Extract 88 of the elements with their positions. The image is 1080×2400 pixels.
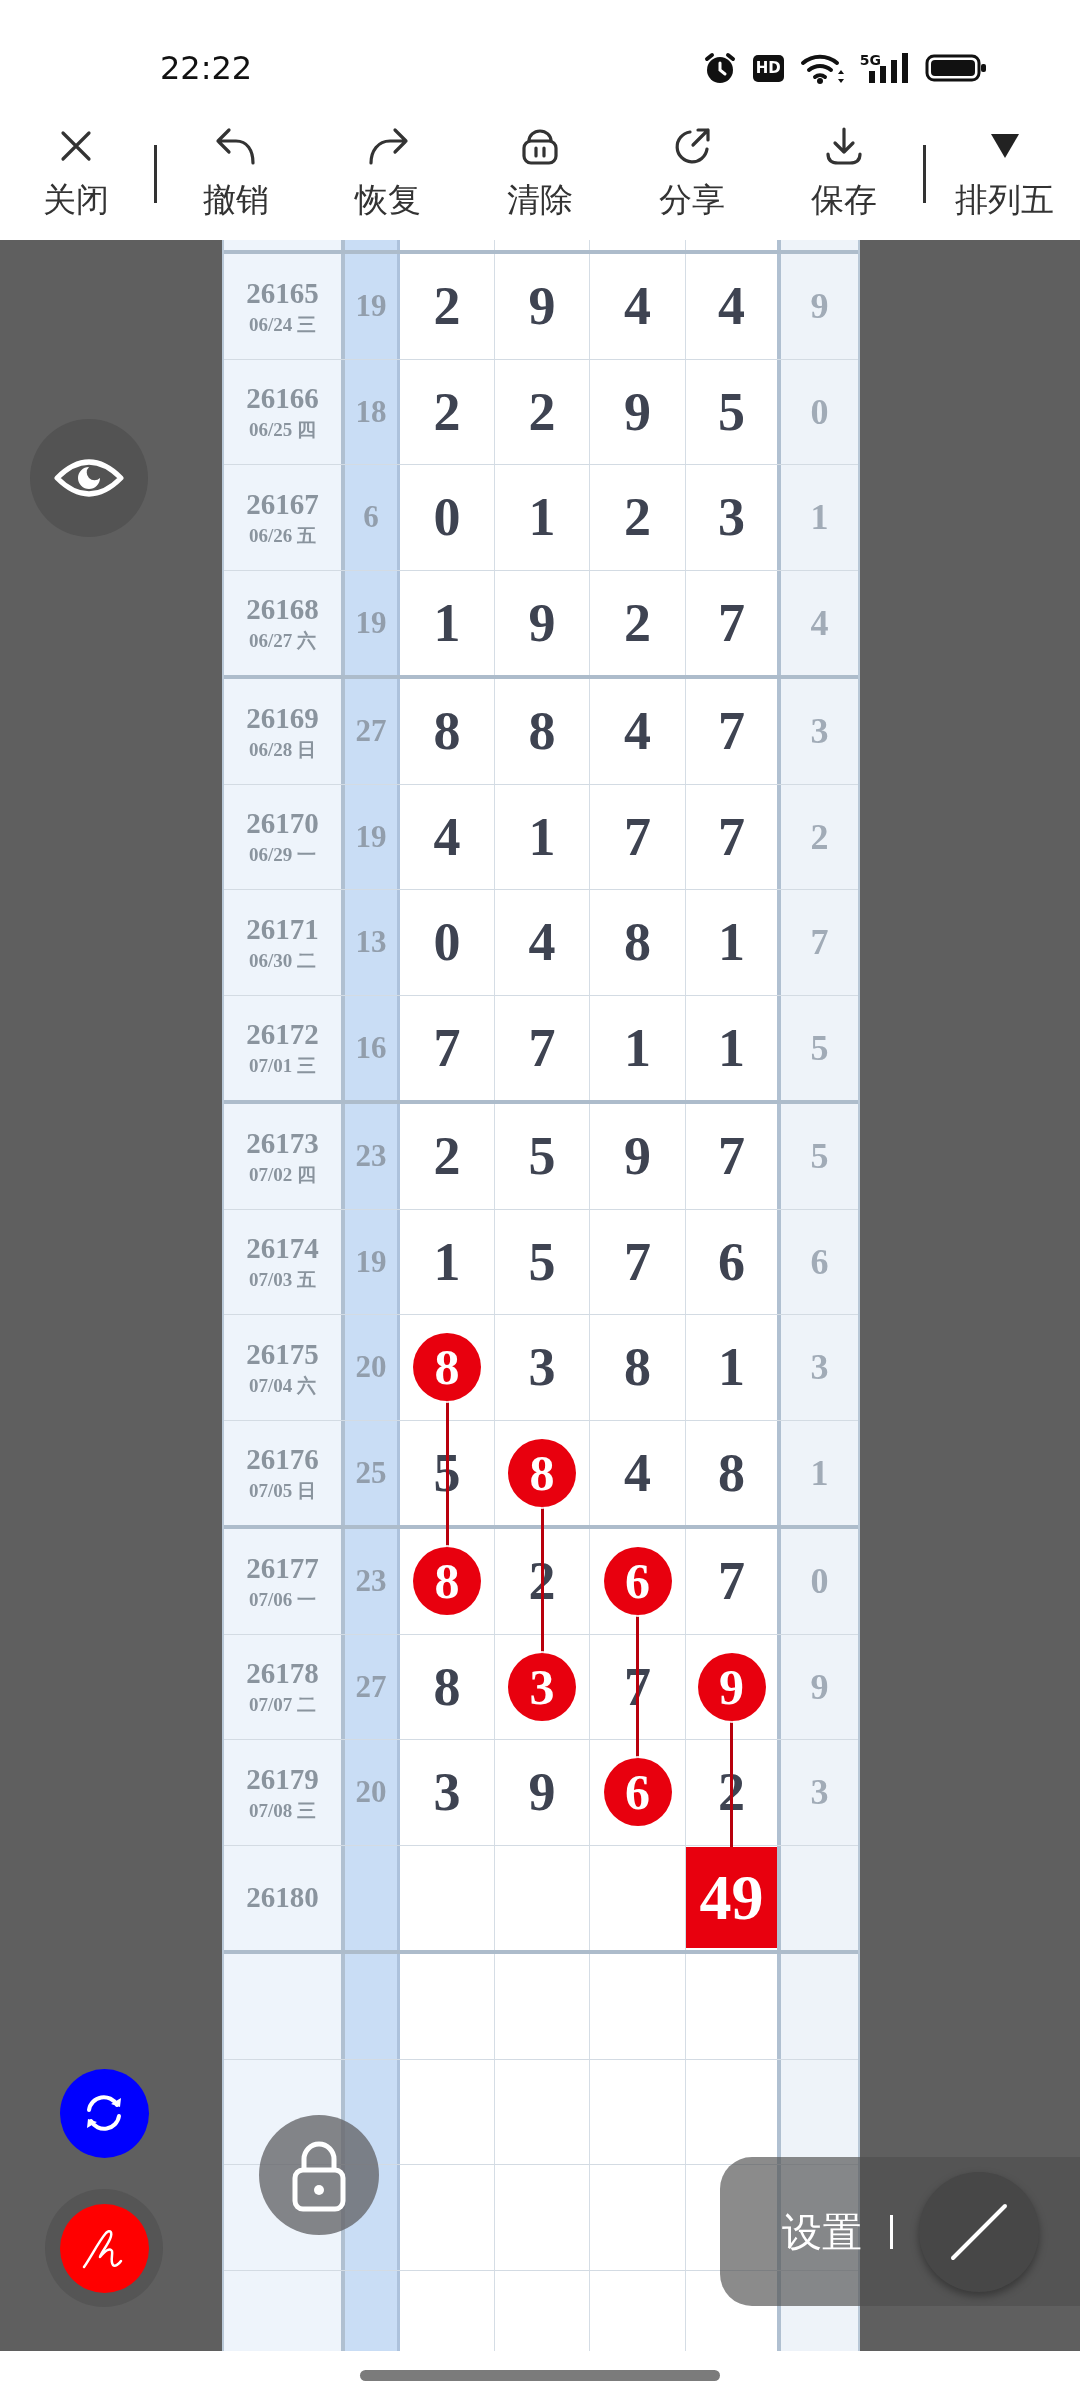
draw-date: 07/08 三 xyxy=(249,1800,316,1820)
table-cell: 5 xyxy=(781,1104,858,1209)
issue-number: 26177 xyxy=(246,1553,319,1583)
table-cell: 2 xyxy=(781,784,858,889)
draw-date: 06/28 日 xyxy=(249,739,316,759)
highlighted-number: 8 xyxy=(508,1438,576,1507)
issue-number: 26174 xyxy=(246,1234,319,1264)
highlighted-number: 6 xyxy=(603,1547,672,1616)
table-cell: 6 xyxy=(781,1209,858,1314)
table-cell: 23 xyxy=(345,1104,400,1209)
undo-button[interactable]: 撤销 xyxy=(160,100,312,228)
table-cell: 16 xyxy=(345,995,400,1100)
table-cell: 20 xyxy=(345,1315,400,1420)
table-cell: 25 xyxy=(345,1420,400,1525)
draw-date: 07/07 二 xyxy=(249,1695,316,1715)
draw-date: 06/26 五 xyxy=(249,525,316,545)
issue-number: 26166 xyxy=(246,384,319,414)
issue-number: 26179 xyxy=(246,1764,319,1794)
issue-number: 26167 xyxy=(246,489,319,519)
table-cell: 0 xyxy=(781,1529,858,1634)
issue-number: 26178 xyxy=(246,1659,319,1689)
table-cell: 19 xyxy=(345,1209,400,1314)
draw-date: 07/04 六 xyxy=(249,1375,316,1395)
issue-number: 26175 xyxy=(246,1339,319,1369)
draw-date: 07/02 四 xyxy=(249,1164,316,1184)
issue-number: 26171 xyxy=(246,914,319,944)
table-cell: 1 xyxy=(781,1420,858,1525)
issue-number: 26169 xyxy=(246,703,319,733)
highlighted-number: 8 xyxy=(413,1547,481,1616)
draw-date: 06/27 六 xyxy=(249,631,316,651)
table-cell: 20 xyxy=(345,1740,400,1845)
undo-icon xyxy=(214,125,258,167)
table-cell: 3 xyxy=(781,679,858,784)
highlighted-number: 6 xyxy=(603,1758,672,1827)
table-cell: 0 xyxy=(781,359,858,464)
draw-date: 06/25 四 xyxy=(249,420,316,440)
bin-icon xyxy=(520,126,560,166)
draw-date: 07/06 一 xyxy=(249,1589,316,1609)
table-cell: 13 xyxy=(345,890,400,995)
table-cell: 5 xyxy=(781,995,858,1100)
download-icon xyxy=(823,125,865,167)
table-cell: 1 xyxy=(781,465,858,570)
clock-time: 22:22 xyxy=(160,52,253,84)
redo-button[interactable]: 恢复 xyxy=(312,100,464,228)
table-cell: 19 xyxy=(345,784,400,889)
draw-date: 06/29 一 xyxy=(249,845,316,865)
issue-number: 26173 xyxy=(246,1128,319,1158)
draw-date: 07/05 日 xyxy=(249,1481,316,1501)
draw-date: 07/01 三 xyxy=(249,1056,316,1076)
clear-button[interactable]: 清除 xyxy=(464,100,616,228)
table-cell: 7 xyxy=(781,890,858,995)
table-cell: 9 xyxy=(781,1634,858,1739)
table-cell: 6 xyxy=(345,465,400,570)
battery-icon xyxy=(925,53,987,83)
highlighted-number: 8 xyxy=(413,1333,481,1402)
table-cell: 3 xyxy=(781,1315,858,1420)
settings-button[interactable]: 设置 xyxy=(782,2211,862,2252)
issue-number: 26172 xyxy=(246,1020,319,1050)
hd-indicator: HD xyxy=(752,54,784,82)
line-icon xyxy=(949,2201,1009,2262)
table-cell: 19 xyxy=(345,570,400,675)
table-cell: 27 xyxy=(345,679,400,784)
draw-date: 07/03 五 xyxy=(249,1270,316,1290)
highlighted-number: 9 xyxy=(697,1652,766,1721)
table-cell: 18 xyxy=(345,359,400,464)
issue-number: 26165 xyxy=(246,278,319,308)
type-dropdown[interactable]: 排列五 xyxy=(929,100,1080,228)
table-cell: 3 xyxy=(781,1740,858,1845)
issue-number: 26170 xyxy=(246,809,319,839)
issue-number: 26168 xyxy=(246,595,319,625)
table-cell: 4 xyxy=(781,570,858,675)
highlighted-total: 49 xyxy=(686,1847,777,1949)
share-button[interactable]: 分享 xyxy=(616,100,768,228)
highlighted-number: 3 xyxy=(508,1652,576,1721)
table-cell: 27 xyxy=(345,1634,400,1739)
network-type: 5G xyxy=(859,53,881,67)
draw-date: 06/30 二 xyxy=(249,950,316,970)
table-cell: 9 xyxy=(781,254,858,359)
table-cell: 19 xyxy=(345,254,400,359)
close-button[interactable]: 关闭 xyxy=(0,100,151,228)
table-cell: 23 xyxy=(345,1529,400,1634)
issue-number: 26180 xyxy=(246,1883,319,1913)
alarm-clock-icon xyxy=(702,51,737,85)
draw-date: 06/24 三 xyxy=(249,314,316,334)
issue-number: 26176 xyxy=(246,1445,319,1475)
redo-icon xyxy=(366,125,410,167)
caret-icon xyxy=(988,132,1021,160)
save-button[interactable]: 保存 xyxy=(768,100,920,228)
